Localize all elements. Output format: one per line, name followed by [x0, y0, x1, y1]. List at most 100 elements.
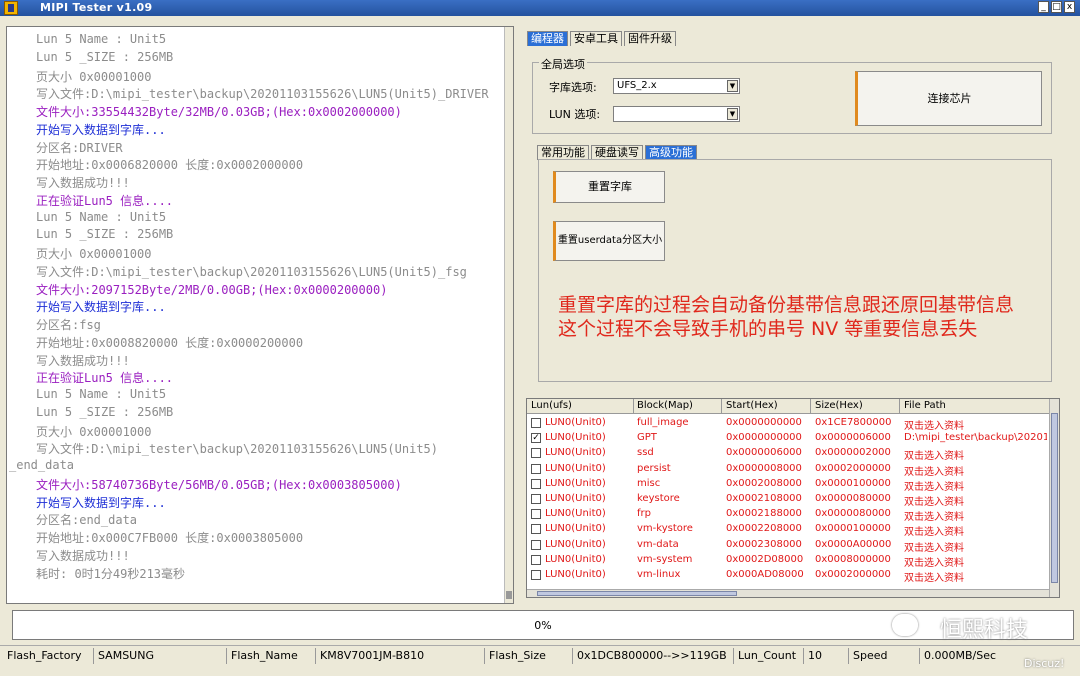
checkbox-checked[interactable]: ✓ — [531, 433, 541, 444]
flash-factory-value: SAMSUNG — [98, 649, 154, 662]
tab-programmer[interactable]: 编程器 — [527, 31, 568, 46]
table-row[interactable]: LUN0(Unit0) vm-system 0x0002D08000 0x000800… — [527, 553, 1049, 569]
table-row[interactable]: ✓ LUN0(Unit0) GPT 0x0000000000 0x0000006000 D… — [527, 431, 1049, 446]
cell-size: 0x0000002000 — [815, 447, 891, 459]
table-row[interactable]: LUN0(Unit0) misc 0x0002008000 0x0000100000 双… — [527, 477, 1049, 493]
col-file-path[interactable]: File Path — [904, 400, 946, 411]
table-row[interactable]: LUN0(Unit0) keystore 0x0002108000 0x0000080… — [527, 492, 1049, 508]
watermark-text: 恒熙科技 — [940, 618, 1029, 643]
checkbox[interactable] — [531, 554, 541, 565]
tab-common-functions[interactable]: 常用功能 — [537, 145, 589, 160]
log-line: 开始地址:0x000C7FB000 长度:0x0003805000 — [36, 531, 304, 545]
log-line: 开始地址:0x0008820000 长度:0x0000200000 — [36, 335, 304, 350]
cell-size: 0x0000080000 — [815, 493, 891, 504]
col-lun[interactable]: Lun(ufs) — [531, 400, 572, 411]
cell-lun: LUN0(Unit0) — [545, 417, 606, 428]
lun-option-select[interactable]: ▼ — [613, 106, 740, 122]
cell-lun: LUN0(Unit0) — [545, 447, 606, 459]
tab-firmware-upgrade[interactable]: 固件升级 — [624, 31, 676, 46]
cell-start: 0x0002D08000 — [726, 553, 804, 565]
table-row[interactable]: LUN0(Unit0) vm-kystore 0x0002208000 0x00001… — [527, 522, 1049, 539]
table-row[interactable]: LUN0(Unit0) full_image 0x0000000000 0x1CE78… — [527, 416, 1049, 432]
log-line: 分区名:DRIVER — [36, 140, 123, 155]
flash-name-label: Flash_Name — [231, 649, 298, 662]
window-title: MIPI Tester v1.09 — [40, 1, 153, 14]
title-bar: MIPI Tester v1.09 _ □ x — [0, 0, 1080, 16]
table-vscroll-thumb[interactable] — [1051, 413, 1058, 583]
cell-path: 双击选入资料 — [904, 527, 964, 539]
checkbox[interactable] — [531, 448, 541, 459]
table-row[interactable]: LUN0(Unit0) vm-linux 0x000AD08000 0x0002000… — [527, 568, 1049, 584]
cell-path: 双击选入资料 — [904, 542, 964, 554]
log-scrollbar[interactable] — [504, 27, 513, 603]
lun-count-value: 10 — [808, 649, 822, 662]
top-tabs: 编程器 安卓工具 固件升级 — [527, 31, 678, 46]
table-hscroll-thumb[interactable] — [537, 591, 737, 596]
cell-start: 0x0002208000 — [726, 523, 802, 535]
tab-android-tools[interactable]: 安卓工具 — [570, 31, 622, 46]
reset-userdata-button[interactable]: 重置userdata分区大小 — [553, 221, 665, 261]
lun-count-label: Lun_Count — [738, 649, 797, 662]
checkbox[interactable] — [531, 524, 541, 535]
lib-option-value: UFS_2.x — [617, 80, 657, 91]
minimize-button[interactable]: _ — [1038, 1, 1049, 13]
connect-chip-button[interactable]: 连接芯片 — [855, 71, 1042, 126]
checkbox[interactable] — [531, 509, 541, 520]
col-size[interactable]: Size(Hex) — [815, 400, 863, 411]
cell-path: 双击选入资料 — [904, 497, 964, 508]
cell-size: 0x0002000000 — [815, 569, 891, 580]
global-options-label: 全局选项 — [539, 56, 587, 72]
log-line: 开始地址:0x0006820000 长度:0x0002000000 — [36, 158, 304, 173]
checkbox[interactable] — [531, 570, 541, 580]
table-vscrollbar[interactable] — [1049, 399, 1059, 597]
wechat-icon — [892, 614, 918, 636]
cell-size: 0x1CE7800000 — [815, 417, 892, 428]
col-block[interactable]: Block(Map) — [637, 400, 693, 411]
cell-size: 0x0008000000 — [815, 553, 891, 565]
close-button[interactable]: x — [1064, 1, 1075, 13]
cell-lun: LUN0(Unit0) — [545, 462, 606, 474]
cell-block: frp — [637, 508, 651, 520]
table-row[interactable]: LUN0(Unit0) persist 0x0000008000 0x00020000… — [527, 462, 1049, 478]
cell-block: keystore — [637, 493, 680, 504]
col-start[interactable]: Start(Hex) — [726, 400, 778, 411]
tab-disk-read-write[interactable]: 硬盘读写 — [591, 145, 643, 160]
log-line: 开始写入数据到字库... — [36, 495, 166, 510]
checkbox[interactable] — [531, 494, 541, 504]
table-row[interactable]: LUN0(Unit0) vm-data 0x0002308000 0x0000A000… — [527, 538, 1049, 554]
chevron-down-icon[interactable]: ▼ — [727, 80, 738, 92]
log-line: 耗时: 0时1分49秒213毫秒 — [36, 566, 186, 581]
chevron-down-icon[interactable]: ▼ — [727, 108, 738, 120]
cell-block: vm-system — [637, 553, 693, 565]
sub-tabs: 常用功能 硬盘读写 高级功能 — [537, 145, 699, 160]
cell-block: misc — [637, 477, 661, 489]
log-output[interactable]: Lun 5 Name : Unit5 Lun 5 _SIZE : 256MB 页大小… — [6, 26, 514, 604]
table-header: Lun(ufs) Block(Map) Start(Hex) Size(Hex)… — [527, 399, 1059, 414]
cell-size: 0x0000006000 — [815, 432, 891, 444]
cell-start: 0x0000000000 — [726, 417, 802, 428]
log-line: 开始写入数据到字库... — [36, 122, 166, 137]
flash-factory-label: Flash_Factory — [7, 649, 82, 662]
cell-block: GPT — [637, 432, 657, 444]
log-line: 正在验证Lun5 信息.... — [36, 371, 174, 386]
table-row[interactable]: LUN0(Unit0) ssd 0x0000006000 0x0000002000 双击… — [527, 446, 1049, 462]
log-line: Lun 5 _SIZE : 256MB — [36, 49, 174, 64]
checkbox[interactable] — [531, 539, 541, 550]
checkbox[interactable] — [531, 478, 541, 489]
cell-start: 0x0002108000 — [726, 493, 802, 504]
cell-block: vm-kystore — [637, 523, 693, 535]
maximize-button[interactable]: □ — [1051, 1, 1062, 13]
checkbox[interactable] — [531, 418, 541, 428]
cell-block: vm-data — [637, 538, 679, 550]
cell-path: 双击选入资料 — [904, 421, 964, 432]
reset-lib-button[interactable]: 重置字库 — [553, 171, 665, 203]
table-hscrollbar[interactable] — [527, 589, 1049, 597]
checkbox[interactable] — [531, 463, 541, 474]
lib-option-select[interactable]: UFS_2.x ▼ — [613, 78, 740, 94]
tab-advanced-functions[interactable]: 高级功能 — [645, 145, 697, 160]
table-row[interactable]: LUN0(Unit0) frp 0x0002188000 0x0000080000 双击… — [527, 507, 1049, 523]
log-line: 文件大小:58740736Byte/56MB/0.05GB;(Hex:0x000… — [36, 477, 402, 492]
log-line: Lun 5 Name : Unit5 — [36, 32, 167, 46]
log-line: Lun 5 _SIZE : 256MB — [36, 227, 174, 242]
log-scroll-thumb[interactable] — [506, 591, 512, 599]
